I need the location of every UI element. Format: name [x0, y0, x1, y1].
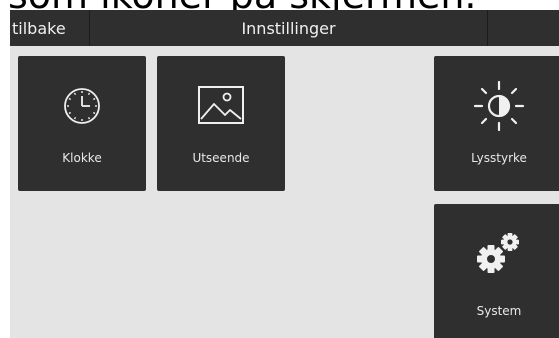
image-icon [191, 76, 251, 136]
tile-clock[interactable]: Klokke [18, 56, 146, 191]
back-button[interactable]: tilbake [10, 10, 90, 46]
tile-appearance[interactable]: Utseende [157, 56, 285, 191]
tile-brightness-label: Lysstyrke [471, 151, 527, 165]
page-title: Innstillinger [241, 18, 336, 38]
settings-screen: tilbake Innstillinger Klokke Utseende Ly… [10, 10, 559, 338]
topbar-right-slot [487, 10, 559, 46]
gears-icon [469, 224, 529, 284]
tile-system-label: System [476, 304, 522, 318]
tile-system[interactable]: System [434, 204, 559, 338]
tile-brightness[interactable]: Lysstyrke [434, 56, 559, 191]
tile-clock-label: Klokke [62, 151, 102, 165]
tile-appearance-label: Utseende [192, 151, 250, 165]
clock-icon [52, 76, 112, 136]
brightness-icon [469, 76, 529, 136]
top-bar: tilbake Innstillinger [10, 10, 559, 46]
